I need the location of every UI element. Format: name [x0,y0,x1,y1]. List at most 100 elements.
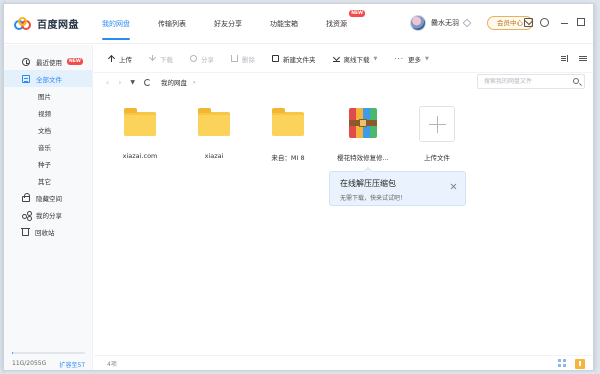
file-name: 樱花特效修复修... [337,154,389,162]
sidebar-item-hidden-space[interactable]: 隐藏空间 [4,189,92,206]
avatar[interactable] [410,15,426,31]
more-button[interactable]: ··· 更多 ▼ [394,54,429,64]
share-label: 分享 [201,55,214,64]
app-window: 百度网盘 我的网盘 传输列表 好友分享 功能宝箱 找资源 NEW 爨水无羽 会员… [3,3,594,371]
tab-my-disk[interactable]: 我的网盘 [92,4,140,44]
address-bar: ‹ › ▼ 我的网盘 › [94,74,593,90]
status-bar: 4项 [94,355,593,370]
expand-storage-link[interactable]: 扩容至5T [60,360,85,369]
search-box [477,74,585,89]
file-toolbar: 上传 下载 分享 删除 新建文件夹 离线下载 ▼ ··· 更多 ▼ [94,45,593,73]
sidebar-item-recycle-bin[interactable]: 回收站 [4,223,92,240]
tab-friend-share[interactable]: 好友分享 [204,4,252,44]
file-item-folder[interactable]: xiazai [181,102,247,160]
file-item-folder[interactable]: xiazai.com [107,102,173,160]
sidebar-item-all-files[interactable]: 全部文件 [4,70,92,87]
folder-icon [272,108,304,136]
sidebar-item-label: 我的分享 [36,211,62,220]
sort-icon[interactable] [561,55,569,63]
share-button[interactable]: 分享 [190,54,214,64]
upload-tray-icon[interactable] [575,359,585,369]
close-icon[interactable] [450,183,457,190]
close-icon[interactable] [593,18,594,27]
gear-icon[interactable] [540,18,549,27]
download-label: 下载 [160,55,173,64]
view-options [561,55,587,63]
file-name: 来自：MI 8 [271,154,305,162]
sidebar-item-documents[interactable]: 文档 [4,121,92,138]
sidebar-item-music[interactable]: 音乐 [4,138,92,155]
breadcrumb-root[interactable]: 我的网盘 [161,77,187,87]
new-badge: NEW [349,10,365,17]
sidebar-item-recent[interactable]: 最近使用 NEW [4,53,92,70]
sidebar-item-videos[interactable]: 视频 [4,104,92,121]
window-controls [560,18,594,27]
baidu-cloud-logo-icon [14,16,32,31]
tab-find-resources[interactable]: 找资源 NEW [316,4,365,44]
new-badge: NEW [67,58,83,65]
delete-label: 删除 [242,55,255,64]
upload-icon [108,55,115,62]
file-item-archive[interactable]: 樱花特效修复修... [330,102,396,162]
sidebar-item-label: 隐藏空间 [36,194,62,203]
main-nav: 我的网盘 传输列表 好友分享 功能宝箱 找资源 NEW [92,4,365,44]
sidebar-item-label: 全部文件 [36,75,62,84]
vip-diamond-icon [462,18,472,28]
download-icon [149,55,156,62]
tip-arrow [363,167,373,172]
storage-progress-fill [12,352,14,354]
username[interactable]: 爨水无羽 [431,18,459,28]
app-title: 百度网盘 [37,20,79,31]
file-name: xiazai.com [122,152,158,160]
list-view-icon[interactable] [579,55,587,63]
sidebar-item-images[interactable]: 图片 [4,87,92,104]
search-input[interactable] [484,78,572,85]
item-count: 4项 [107,361,117,368]
sidebar-item-torrents[interactable]: 种子 [4,155,92,172]
chevron-right-icon: › [193,78,196,86]
file-item-folder[interactable]: 来自：MI 8 [255,102,321,162]
online-unzip-tip: 在线解压压缩包 无需下载，快来试试吧！ [329,167,466,206]
share-icon [22,210,32,219]
more-label: 更多 [408,55,422,64]
forward-arrow-icon[interactable]: › [118,78,121,87]
chevron-down-icon: ▼ [373,55,378,62]
delete-button[interactable]: 删除 [231,54,255,64]
sidebar-item-label: 最近使用 [36,58,62,67]
new-folder-button[interactable]: 新建文件夹 [272,54,316,64]
new-folder-icon [272,55,279,62]
plus-icon [419,106,455,142]
sidebar-item-other[interactable]: 其它 [4,172,92,189]
search-icon[interactable] [573,78,579,84]
storage-progress-bar [12,352,85,354]
refresh-icon[interactable] [144,78,152,86]
mail-icon[interactable] [524,18,533,27]
folder-icon [198,108,230,136]
history-dropdown-icon[interactable]: ▼ [130,79,135,86]
tab-find-resources-label: 找资源 [326,20,347,28]
sidebar: 最近使用 NEW 全部文件 图片 视频 文档 音乐 种子 其它 隐藏空间 我的分… [4,45,93,370]
chevron-down-icon: ▼ [425,55,429,62]
upload-file-tile[interactable]: 上传文件 [404,102,470,162]
share-icon [190,55,197,62]
storage-used: 11G/2055G [12,360,47,367]
file-name: 上传文件 [424,154,450,162]
tab-toolbox[interactable]: 功能宝箱 [260,4,308,44]
sidebar-item-my-shares[interactable]: 我的分享 [4,206,92,223]
breadcrumb: 我的网盘 › [161,77,196,88]
grid-view-icon[interactable] [558,359,567,368]
offline-download-button[interactable]: 离线下载 ▼ [332,54,378,64]
file-icon [22,74,30,83]
folder-icon [124,108,156,136]
minimize-icon[interactable] [560,18,569,27]
back-arrow-icon[interactable]: ‹ [106,78,109,87]
upload-button[interactable]: 上传 [108,54,132,64]
desktop-background-right [594,0,600,374]
more-dots-icon: ··· [394,54,405,63]
title-bar: 百度网盘 我的网盘 传输列表 好友分享 功能宝箱 找资源 NEW 爨水无羽 会员… [4,4,593,44]
download-button[interactable]: 下载 [149,54,173,64]
trash-icon [21,227,30,236]
upload-label: 上传 [119,55,132,64]
maximize-icon[interactable] [577,18,585,26]
tab-transfer-list[interactable]: 传输列表 [148,4,196,44]
